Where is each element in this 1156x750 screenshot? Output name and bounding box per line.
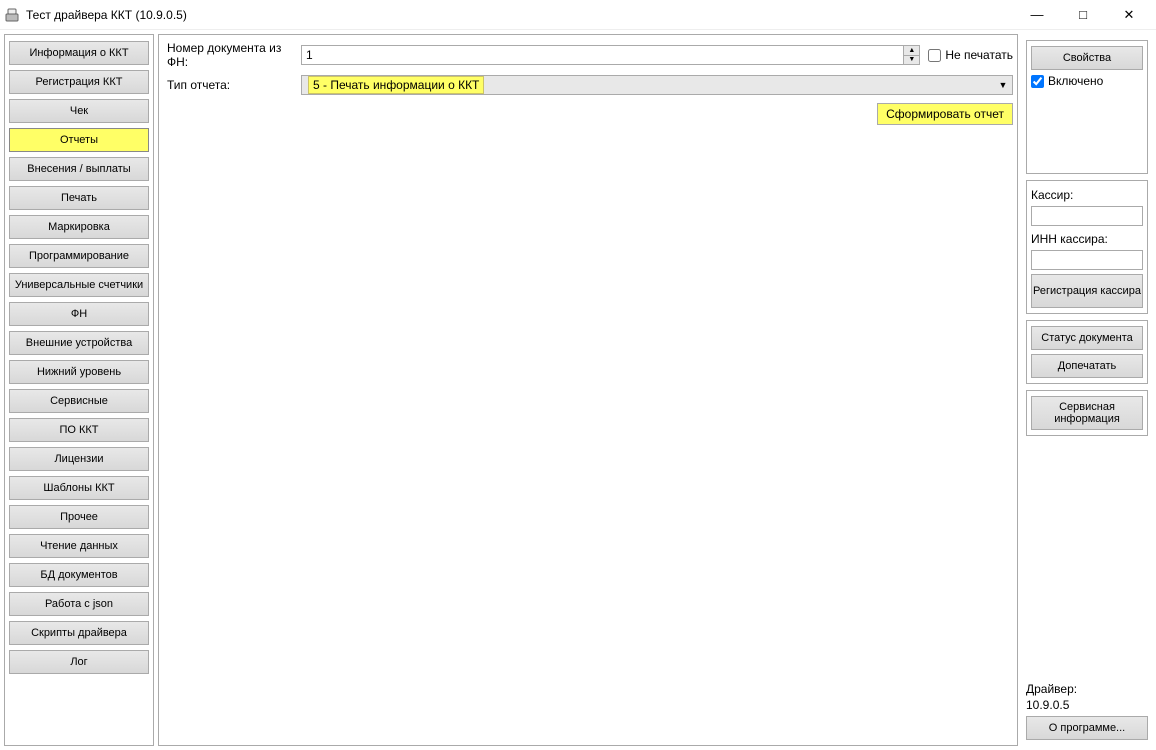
sidebar-item-8[interactable]: Универсальные счетчики <box>9 273 149 297</box>
no-print-checkbox[interactable]: Не печатать <box>928 48 1013 62</box>
sidebar-item-11[interactable]: Нижний уровень <box>9 360 149 384</box>
cashier-inn-input[interactable] <box>1031 250 1143 270</box>
window-controls: — □ ✕ <box>1014 0 1152 30</box>
sidebar-item-13[interactable]: ПО ККТ <box>9 418 149 442</box>
doc-status-button[interactable]: Статус документа <box>1031 326 1143 350</box>
sidebar-item-15[interactable]: Шаблоны ККТ <box>9 476 149 500</box>
sidebar-item-16[interactable]: Прочее <box>9 505 149 529</box>
doc-number-input[interactable]: ▲ ▼ <box>301 45 920 65</box>
status-area <box>1031 92 1143 168</box>
report-type-highlighted: 5 - Печать информации о ККТ <box>308 76 484 94</box>
about-button[interactable]: О программе... <box>1026 716 1148 740</box>
maximize-button[interactable]: □ <box>1060 0 1106 30</box>
minimize-button[interactable]: — <box>1014 0 1060 30</box>
sidebar-item-14[interactable]: Лицензии <box>9 447 149 471</box>
sidebar-item-1[interactable]: Регистрация ККТ <box>9 70 149 94</box>
driver-label: Драйвер: <box>1026 682 1148 696</box>
no-print-label: Не печатать <box>945 48 1013 62</box>
driver-version: 10.9.0.5 <box>1026 698 1148 712</box>
report-type-select[interactable]: 5 - Печать информации о ККТ ▼ <box>301 75 1013 95</box>
window-title: Тест драйвера ККТ (10.9.0.5) <box>26 8 1014 22</box>
sidebar-item-2[interactable]: Чек <box>9 99 149 123</box>
generate-report-button[interactable]: Сформировать отчет <box>877 103 1013 125</box>
chevron-down-icon: ▼ <box>994 80 1012 90</box>
sidebar-item-6[interactable]: Маркировка <box>9 215 149 239</box>
properties-group: Свойства Включено <box>1026 40 1148 174</box>
doc-group: Статус документа Допечатать <box>1026 320 1148 384</box>
sidebar-item-21[interactable]: Лог <box>9 650 149 674</box>
enabled-label: Включено <box>1048 74 1103 88</box>
enabled-checkbox-input[interactable] <box>1031 75 1044 88</box>
report-type-label: Тип отчета: <box>167 78 297 92</box>
cashier-group: Кассир: ИНН кассира: Регистрация кассира <box>1026 180 1148 314</box>
sidebar-item-20[interactable]: Скрипты драйвера <box>9 621 149 645</box>
report-type-value: 5 - Печать информации о ККТ <box>302 76 994 94</box>
sidebar-item-9[interactable]: ФН <box>9 302 149 326</box>
titlebar: Тест драйвера ККТ (10.9.0.5) — □ ✕ <box>0 0 1156 30</box>
cashier-input[interactable] <box>1031 206 1143 226</box>
doc-number-row: Номер документа из ФН: ▲ ▼ Не печатать <box>167 41 1013 69</box>
spin-up-icon[interactable]: ▲ <box>904 46 919 56</box>
sidebar-item-3[interactable]: Отчеты <box>9 128 149 152</box>
sidebar-item-4[interactable]: Внесения / выплаты <box>9 157 149 181</box>
sidebar-item-19[interactable]: Работа с json <box>9 592 149 616</box>
right-panel: Свойства Включено Кассир: ИНН кассира: Р… <box>1022 34 1152 746</box>
app-icon <box>4 7 20 23</box>
sidebar-item-18[interactable]: БД документов <box>9 563 149 587</box>
service-group: Сервисная информация <box>1026 390 1148 436</box>
spin-down-icon[interactable]: ▼ <box>904 56 919 65</box>
cashier-inn-label: ИНН кассира: <box>1031 232 1143 246</box>
print-more-button[interactable]: Допечатать <box>1031 354 1143 378</box>
enabled-checkbox[interactable]: Включено <box>1031 74 1143 88</box>
driver-info: Драйвер: 10.9.0.5 О программе... <box>1026 680 1148 740</box>
no-print-checkbox-input[interactable] <box>928 49 941 62</box>
content-panel: Номер документа из ФН: ▲ ▼ Не печатать Т… <box>158 34 1018 746</box>
service-info-button[interactable]: Сервисная информация <box>1031 396 1143 430</box>
sidebar-item-0[interactable]: Информация о ККТ <box>9 41 149 65</box>
sidebar-item-7[interactable]: Программирование <box>9 244 149 268</box>
sidebar-item-12[interactable]: Сервисные <box>9 389 149 413</box>
close-button[interactable]: ✕ <box>1106 0 1152 30</box>
sidebar-item-5[interactable]: Печать <box>9 186 149 210</box>
doc-number-field[interactable] <box>302 46 903 64</box>
sidebar: Информация о ККТ Регистрация ККТ Чек Отчеты… <box>4 34 154 746</box>
doc-number-label: Номер документа из ФН: <box>167 41 297 69</box>
cashier-register-button[interactable]: Регистрация кассира <box>1031 274 1143 308</box>
sidebar-item-17[interactable]: Чтение данных <box>9 534 149 558</box>
report-type-row: Тип отчета: 5 - Печать информации о ККТ … <box>167 75 1013 95</box>
sidebar-item-10[interactable]: Внешние устройства <box>9 331 149 355</box>
properties-button[interactable]: Свойства <box>1031 46 1143 70</box>
cashier-label: Кассир: <box>1031 188 1143 202</box>
